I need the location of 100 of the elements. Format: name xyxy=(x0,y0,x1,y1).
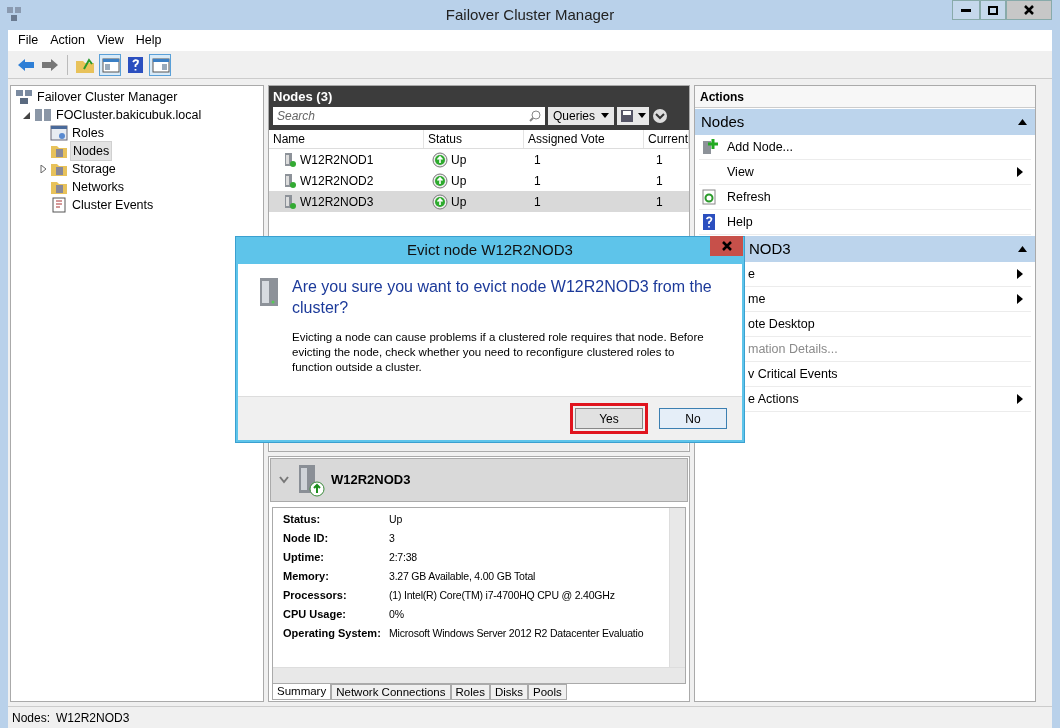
tree-item[interactable]: Roles xyxy=(70,123,106,143)
field-label: Memory: xyxy=(283,569,330,585)
table-cell-text: Up xyxy=(451,172,467,190)
collapse-chevron-icon[interactable] xyxy=(279,476,289,484)
dialog-button[interactable]: No xyxy=(659,408,727,429)
field-value: 3 xyxy=(389,530,395,546)
close-icon xyxy=(1024,5,1034,15)
field-label: Status: xyxy=(283,512,322,528)
event-log-icon xyxy=(50,197,68,213)
column-header[interactable]: Status xyxy=(424,130,524,148)
minimize-button[interactable] xyxy=(952,0,980,20)
actions-title: Actions xyxy=(695,86,1035,108)
field-label: Operating System: xyxy=(283,626,382,642)
menu-item[interactable]: View xyxy=(92,31,128,50)
field-value: 2:7:38 xyxy=(389,549,417,565)
field-label: CPU Usage: xyxy=(283,607,347,623)
field-label: Uptime: xyxy=(283,550,325,566)
dropdown-arrow-icon xyxy=(638,113,647,119)
tree-item[interactable]: Cluster Events xyxy=(70,195,156,215)
expand-icon[interactable] xyxy=(652,108,669,124)
table-row[interactable]: W12R2NOD3 Up 1 1 xyxy=(269,191,689,212)
collapse-icon[interactable] xyxy=(1018,246,1027,252)
tree-item[interactable]: FOCluster.bakicubuk.local xyxy=(55,105,203,125)
panel-title: Nodes (3) xyxy=(273,89,334,105)
maximize-button[interactable] xyxy=(980,0,1006,20)
status-label: Nodes: xyxy=(12,709,51,727)
dialog-title: Evict node W12R2NOD3 xyxy=(407,240,573,261)
table-cell: 1 xyxy=(534,173,541,188)
tree-item[interactable]: Nodes xyxy=(70,140,113,162)
field-label: Node ID: xyxy=(283,531,330,547)
menu-item[interactable]: Help xyxy=(131,31,166,50)
vertical-scrollbar[interactable] xyxy=(669,508,685,667)
search-field[interactable]: Search xyxy=(273,107,545,125)
search-icon xyxy=(529,110,541,122)
close-icon xyxy=(721,241,732,251)
horizontal-scrollbar[interactable] xyxy=(273,667,685,683)
table-cell-text: Up xyxy=(451,193,467,211)
expander-icon[interactable] xyxy=(38,165,48,173)
tab[interactable]: Summary xyxy=(272,684,332,700)
tab[interactable]: Roles xyxy=(450,684,490,700)
submenu-arrow-icon xyxy=(1017,394,1023,404)
folder-icon xyxy=(50,143,68,159)
field-label: Processors: xyxy=(283,588,348,604)
table-cell: 1 xyxy=(534,194,541,209)
menu-item[interactable]: Action xyxy=(46,31,89,50)
submenu-arrow-icon xyxy=(1017,294,1023,304)
section-header[interactable]: Nodes xyxy=(695,109,1035,135)
up-arrow-icon xyxy=(432,172,448,189)
forward-arrow-icon[interactable] xyxy=(40,56,60,73)
show-pane-icon[interactable] xyxy=(99,53,121,76)
task-link[interactable]: Help xyxy=(699,210,1031,235)
task-link[interactable]: Refresh xyxy=(699,185,1031,210)
table-cell: 1 xyxy=(656,194,663,209)
menu-item[interactable]: File xyxy=(14,31,43,50)
action-pane-icon[interactable] xyxy=(149,53,171,76)
table-cell: 1 xyxy=(656,152,663,167)
queries-dropdown[interactable]: Queries xyxy=(548,107,615,125)
collapse-icon[interactable] xyxy=(1018,119,1027,125)
cluster-app-icon[interactable] xyxy=(6,6,24,22)
column-header[interactable]: Current xyxy=(644,130,689,148)
table-cell-text: Up xyxy=(451,151,467,169)
window-title: Failover Cluster Manager xyxy=(445,4,615,25)
save-query-dropdown[interactable] xyxy=(617,107,650,125)
tab[interactable]: Pools xyxy=(528,684,567,700)
column-header[interactable]: Assigned Vote xyxy=(524,130,644,148)
server-icon xyxy=(283,172,297,189)
table-cell-text: W12R2NOD2 xyxy=(300,172,374,190)
field-value: Microsoft Windows Server 2012 R2 Datacenter Evaluatio xyxy=(389,625,644,641)
tree-item[interactable]: Failover Cluster Manager xyxy=(37,87,178,107)
table-cell: 1 xyxy=(534,152,541,167)
table-cell: 1 xyxy=(656,173,663,188)
status-value: W12R2NOD3 xyxy=(56,709,130,727)
help-icon[interactable] xyxy=(125,54,145,75)
submenu-arrow-icon xyxy=(1017,167,1023,177)
field-value: 0% xyxy=(389,606,404,622)
add-server-icon xyxy=(701,138,719,156)
tree-item[interactable]: Networks xyxy=(70,177,127,197)
column-header[interactable]: Name xyxy=(269,130,424,148)
tab[interactable]: Network Connections xyxy=(331,684,451,700)
tab[interactable]: Disks xyxy=(489,684,529,700)
cluster-icon xyxy=(34,107,52,123)
cluster-manager-icon xyxy=(15,89,33,105)
server-icon xyxy=(283,151,297,168)
folder-icon xyxy=(50,161,68,177)
task-link[interactable]: Add Node... xyxy=(699,135,1031,160)
dialog-button[interactable]: Yes xyxy=(575,408,643,429)
expander-icon[interactable] xyxy=(21,111,31,119)
close-button[interactable] xyxy=(1006,0,1052,20)
tree-item[interactable]: Storage xyxy=(70,159,118,179)
task-link[interactable]: View xyxy=(699,160,1031,185)
up-arrow-icon xyxy=(432,151,448,168)
folder-icon xyxy=(50,179,68,195)
node-name-heading: W12R2NOD3 xyxy=(331,471,411,490)
section-title: NOD3 xyxy=(749,238,791,259)
submenu-arrow-icon xyxy=(1017,269,1023,279)
back-arrow-icon[interactable] xyxy=(16,56,36,73)
refresh-icon xyxy=(701,189,717,205)
dropdown-arrow-icon xyxy=(601,113,610,119)
table-cell-text: W12R2NOD1 xyxy=(300,151,374,169)
roles-icon xyxy=(50,125,68,141)
